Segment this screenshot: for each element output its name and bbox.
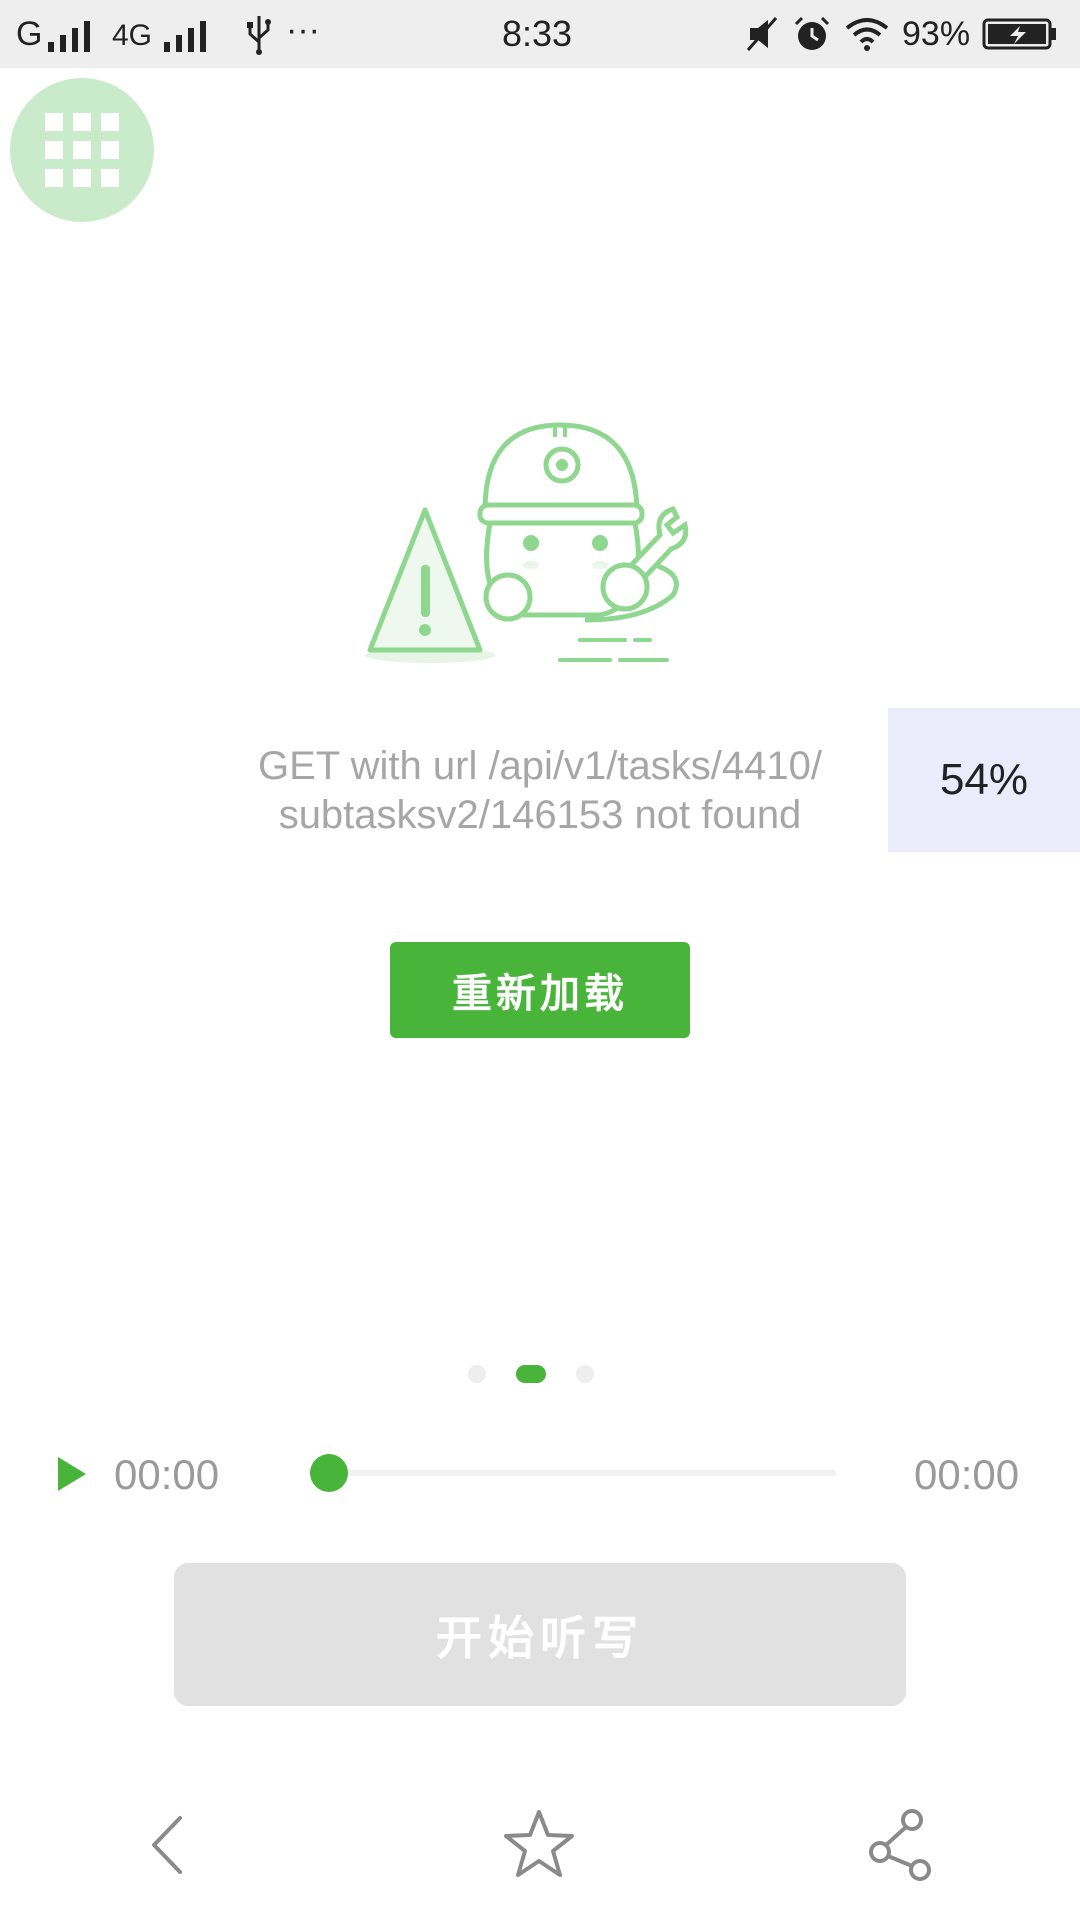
star-icon[interactable] <box>502 1808 576 1880</box>
signal-icon-2 <box>164 21 206 52</box>
start-dictation-button[interactable]: 开始听写 <box>174 1563 906 1706</box>
total-time: 00:00 <box>914 1451 1020 1498</box>
back-icon[interactable] <box>146 1812 186 1878</box>
menu-button[interactable] <box>10 78 154 222</box>
current-time: 00:00 <box>114 1451 220 1498</box>
pager-dot-active[interactable] <box>516 1365 546 1383</box>
error-message-line-2: subtasksv2/146153 not found <box>278 793 802 837</box>
usb-icon <box>247 16 271 55</box>
battery-percent: 93% <box>902 15 971 53</box>
play-icon[interactable] <box>56 1455 88 1493</box>
network-type-label: 4G <box>112 19 153 52</box>
progress-thumb[interactable] <box>310 1454 348 1492</box>
robot-repair-warning-illustration <box>365 422 689 663</box>
mute-icon <box>746 17 778 51</box>
carrier-label: G <box>16 15 43 53</box>
clock: 8:33 <box>502 13 573 54</box>
pager-dots <box>0 1362 1080 1383</box>
alarm-icon <box>794 16 830 50</box>
error-message-line-1: GET with url /api/v1/tasks/4410/ <box>258 744 822 788</box>
error-message: GET with url /api/v1/tasks/4410/ subtask… <box>215 742 865 840</box>
overflow-indicator: ··· <box>286 11 320 49</box>
signal-icon <box>48 21 90 52</box>
percent-badge: 54% <box>888 708 1080 852</box>
status-bar: G 4G ··· 8:33 93% <box>0 0 1080 68</box>
wifi-icon <box>845 18 889 51</box>
reload-button[interactable]: 重新加载 <box>390 942 690 1038</box>
share-icon[interactable] <box>866 1808 938 1882</box>
pager-dot[interactable] <box>468 1365 486 1383</box>
grid-icon <box>45 113 119 187</box>
progress-track[interactable] <box>310 1470 836 1476</box>
battery-charging-icon <box>982 18 1056 50</box>
pager-dot[interactable] <box>576 1365 594 1383</box>
